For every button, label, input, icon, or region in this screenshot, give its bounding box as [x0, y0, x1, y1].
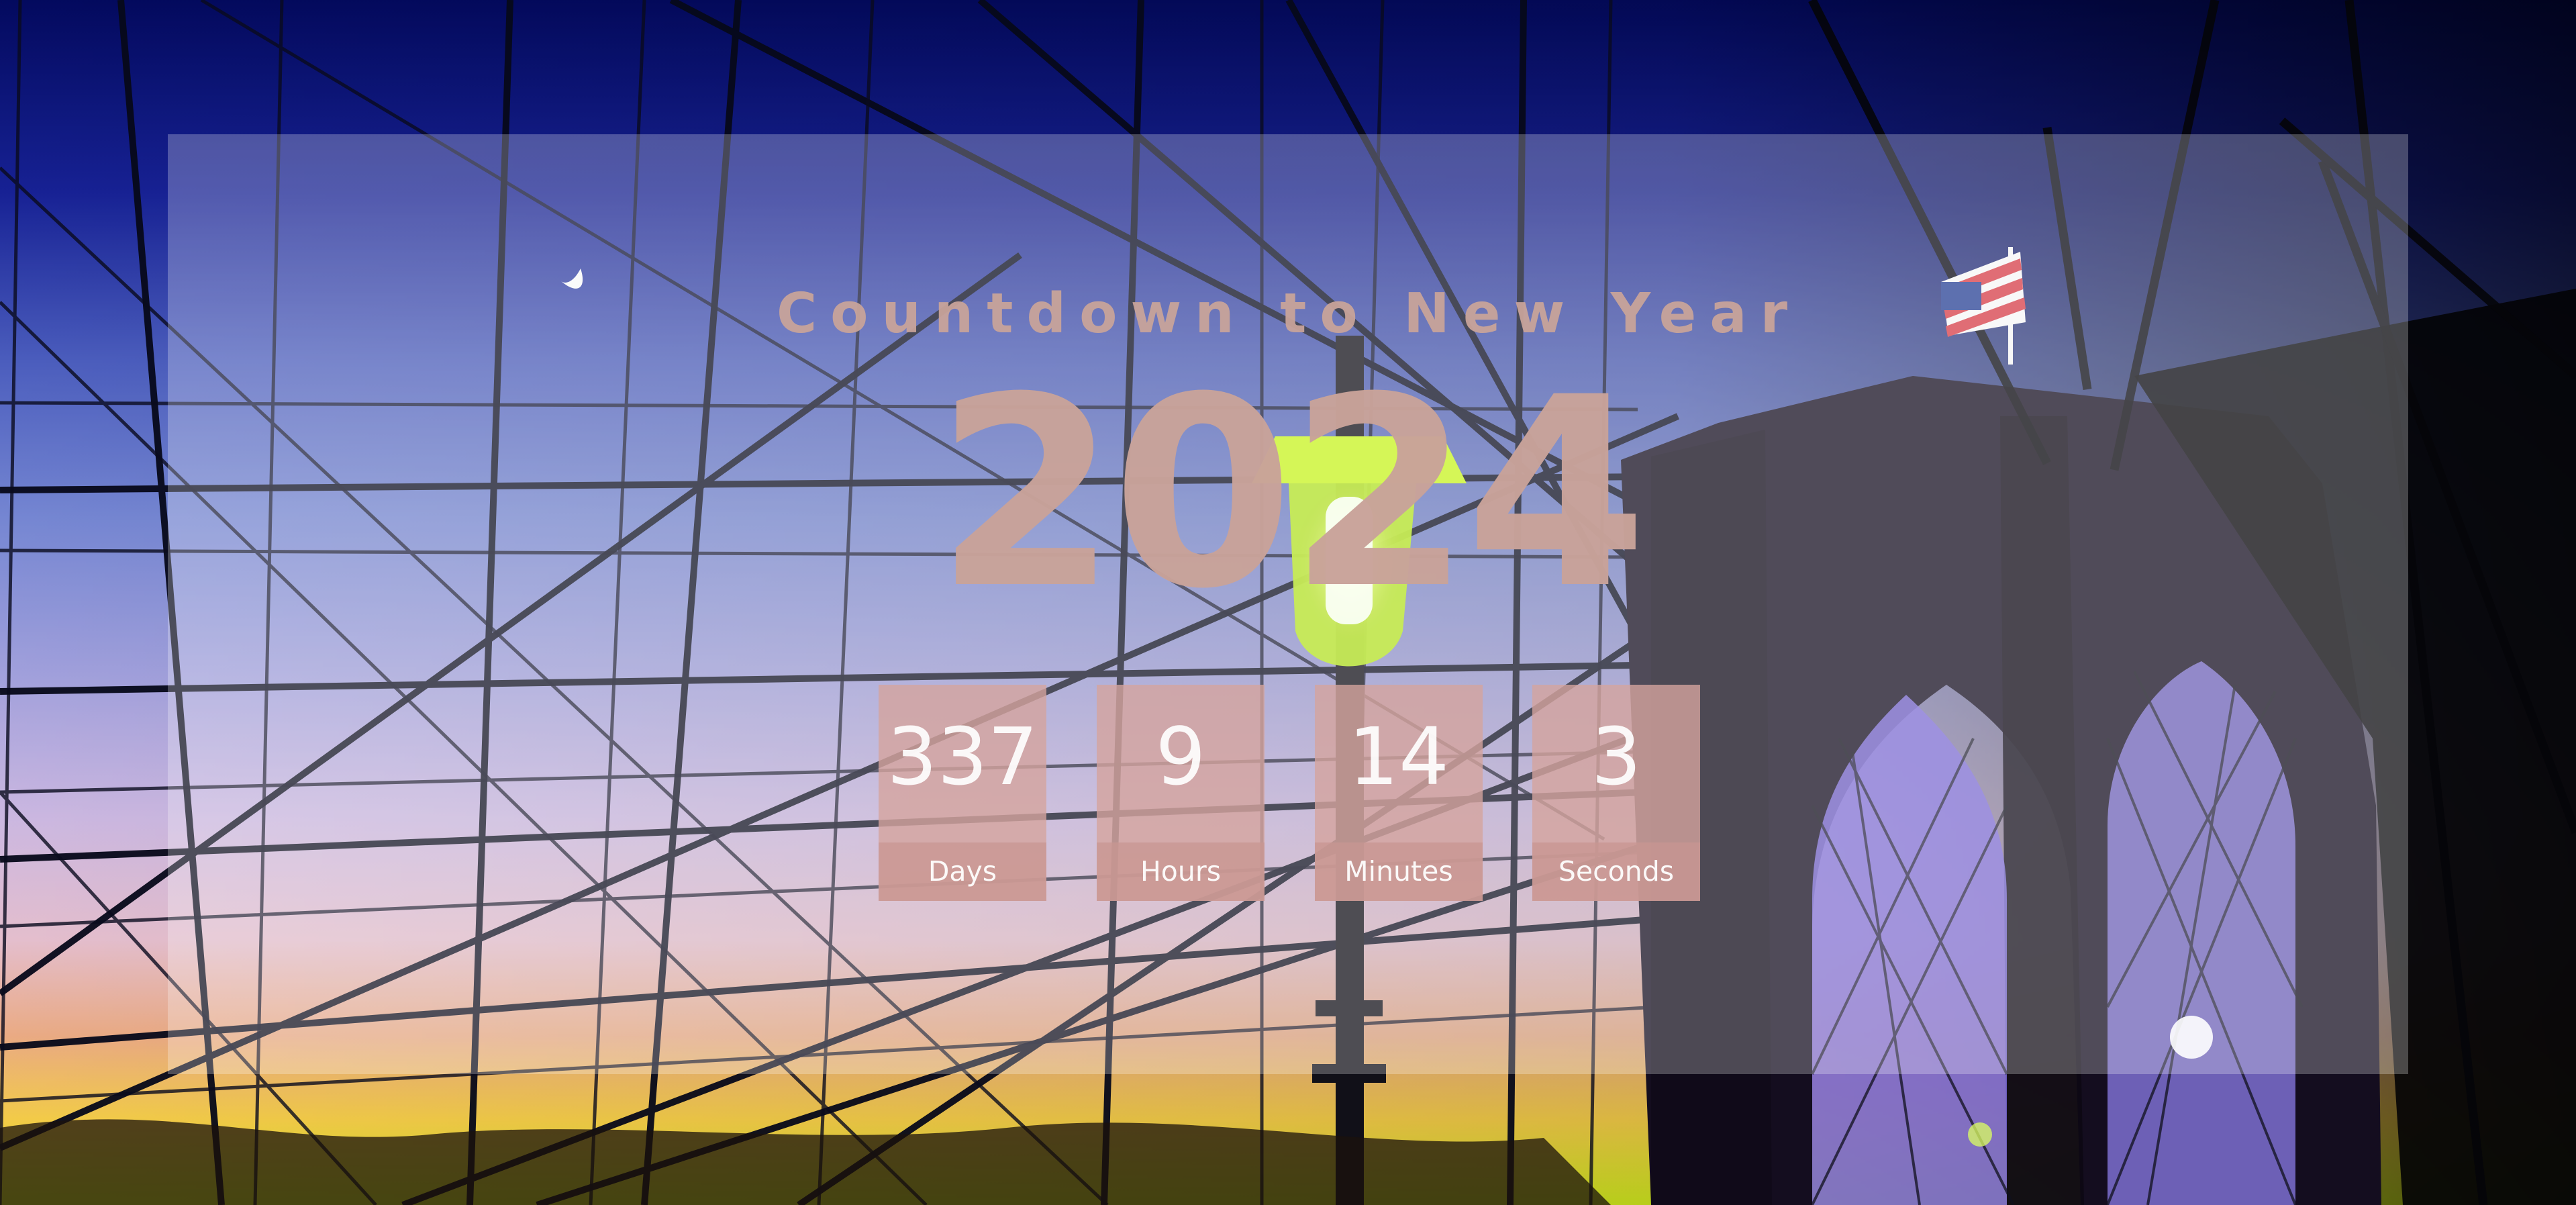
seconds-label-box: Seconds	[1532, 842, 1700, 901]
minutes-value: 14	[1348, 710, 1450, 803]
seconds-label: Seconds	[1558, 855, 1675, 887]
seconds-counter: 3 Seconds	[1532, 685, 1700, 901]
days-label-box: Days	[879, 842, 1046, 901]
days-value: 337	[887, 710, 1038, 803]
hours-label: Hours	[1140, 855, 1222, 887]
hours-label-box: Hours	[1097, 842, 1265, 901]
bridge-light-small	[1968, 1122, 1992, 1147]
hours-counter: 9 Hours	[1097, 685, 1265, 901]
minutes-label-box: Minutes	[1315, 842, 1483, 901]
days-counter: 337 Days	[879, 685, 1046, 901]
countdown-screen: Countdown to New Year 2024 337 Days 9 Ho…	[0, 0, 2576, 1205]
days-label: Days	[928, 855, 997, 887]
minutes-counter: 14 Minutes	[1315, 685, 1483, 901]
seconds-value: 3	[1591, 710, 1642, 803]
countdown-title: Countdown to New Year	[776, 282, 1801, 346]
hours-value: 9	[1155, 710, 1206, 803]
target-year: 2024	[935, 341, 1647, 646]
minutes-label: Minutes	[1344, 855, 1453, 887]
